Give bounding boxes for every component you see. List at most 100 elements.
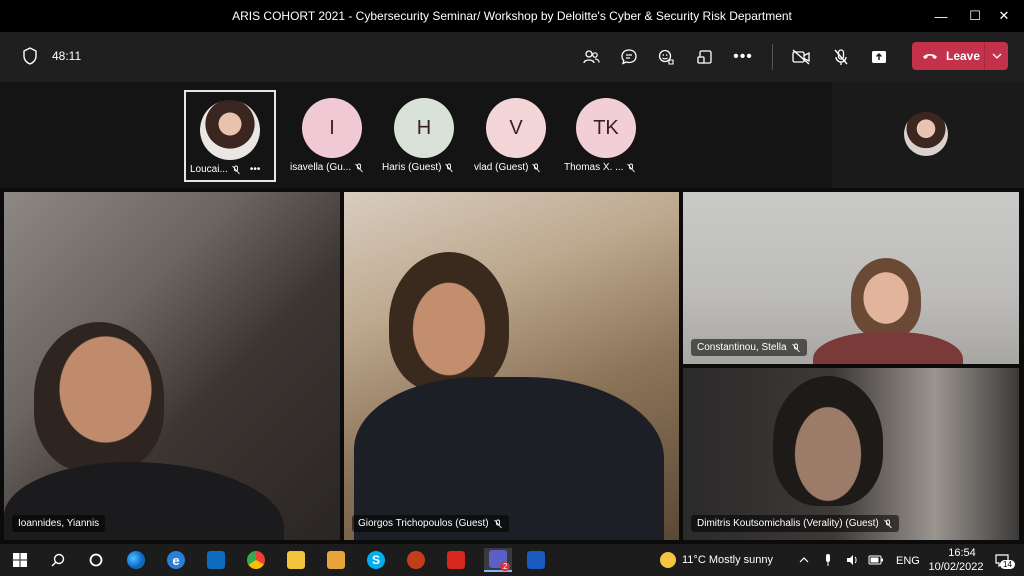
taskbar-explorer[interactable] bbox=[284, 548, 308, 572]
sun-icon bbox=[660, 552, 676, 568]
camera-toggle-button[interactable] bbox=[786, 42, 816, 72]
chevron-down-icon bbox=[992, 53, 1001, 59]
taskbar-chrome[interactable] bbox=[244, 548, 268, 572]
participant-name-text: Thomas X. ... bbox=[564, 162, 624, 173]
clock-time[interactable]: 16:54 bbox=[940, 547, 984, 559]
mic-off-icon bbox=[627, 163, 636, 172]
mic-off-icon bbox=[791, 343, 800, 352]
mic-off-icon bbox=[532, 163, 541, 172]
media-player-icon bbox=[327, 551, 345, 569]
acrobat-icon bbox=[447, 551, 465, 569]
taskbar-skype[interactable]: S bbox=[364, 548, 388, 572]
participant-name-text: vlad (Guest) bbox=[474, 162, 529, 173]
video-tile[interactable]: Constantinou, Stella bbox=[683, 192, 1019, 364]
self-view[interactable] bbox=[832, 82, 1024, 188]
video-tile[interactable]: Dimitris Koutsomichalis (Verality) (Gues… bbox=[683, 368, 1019, 540]
leave-options-button[interactable] bbox=[985, 53, 1008, 59]
language-indicator[interactable]: ENG bbox=[896, 555, 920, 567]
tile-name: Ioannides, Yiannis bbox=[18, 518, 100, 529]
reactions-button[interactable] bbox=[652, 42, 682, 72]
participant-name: isavella (Gu... bbox=[290, 162, 378, 173]
leave-button[interactable]: Leave bbox=[912, 42, 1008, 70]
taskbar-outlook[interactable] bbox=[204, 548, 228, 572]
tray-volume[interactable] bbox=[840, 548, 864, 572]
notifications-button[interactable]: 14 bbox=[990, 548, 1015, 572]
share-tray-icon bbox=[872, 51, 886, 63]
leave-main[interactable]: Leave bbox=[912, 42, 984, 70]
edge-icon bbox=[127, 551, 145, 569]
tile-name: Constantinou, Stella bbox=[697, 342, 787, 353]
taskbar-powerpoint[interactable] bbox=[404, 548, 428, 572]
shield-icon[interactable] bbox=[20, 46, 40, 66]
word-icon bbox=[527, 551, 545, 569]
meeting-timer: 48:11 bbox=[52, 49, 82, 63]
taskbar-acrobat[interactable] bbox=[444, 548, 468, 572]
taskbar-teams[interactable]: 2 bbox=[484, 548, 512, 572]
meeting-toolbar: 48:11 ••• Leave bbox=[0, 32, 1024, 82]
participant-video bbox=[773, 376, 883, 506]
participant-name-text: isavella (Gu... bbox=[290, 162, 352, 173]
rooms-icon bbox=[697, 50, 712, 64]
rooms-button[interactable] bbox=[690, 42, 720, 72]
teams-badge: 2 bbox=[500, 562, 511, 571]
taskbar-word[interactable] bbox=[524, 548, 548, 572]
speaker-icon bbox=[847, 555, 857, 565]
minimize-icon: — bbox=[934, 8, 948, 24]
participant-name: Thomas X. ... bbox=[564, 162, 652, 173]
participant-name-text: Loucai... bbox=[190, 164, 228, 175]
mic-off-icon bbox=[445, 163, 454, 172]
start-button[interactable] bbox=[8, 548, 32, 572]
participant-name-text: Haris (Guest) bbox=[382, 162, 442, 173]
participant-card[interactable]: H Haris (Guest) bbox=[378, 90, 470, 182]
maximize-icon: ☐ bbox=[969, 8, 981, 23]
weather-widget[interactable]: 11°C Mostly sunny bbox=[660, 544, 773, 576]
notifications-count: 14 bbox=[1000, 560, 1015, 569]
taskbar-ie[interactable]: e bbox=[164, 548, 188, 572]
more-icon: ••• bbox=[733, 48, 753, 65]
video-tile[interactable]: Ioannides, Yiannis bbox=[4, 192, 340, 540]
participants-strip: Loucai... ••• I isavella (Gu... H Haris … bbox=[0, 82, 1024, 188]
taskbar-edge[interactable] bbox=[124, 548, 148, 572]
powerpoint-icon bbox=[407, 551, 425, 569]
internet-explorer-icon: e bbox=[167, 551, 185, 569]
tray-mic[interactable] bbox=[816, 548, 840, 572]
search-button[interactable] bbox=[46, 548, 70, 572]
avatar: TK bbox=[576, 98, 636, 158]
camera-off-icon bbox=[792, 49, 810, 65]
mic-off-icon bbox=[834, 49, 848, 65]
more-actions-button[interactable]: ••• bbox=[728, 42, 758, 72]
outlook-icon bbox=[207, 551, 225, 569]
mic-off-icon bbox=[493, 519, 502, 528]
tray-overflow-button[interactable] bbox=[792, 548, 816, 572]
people-icon bbox=[583, 50, 600, 64]
participant-card[interactable]: TK Thomas X. ... bbox=[560, 90, 652, 182]
participant-name: Loucai... ••• bbox=[190, 164, 274, 175]
mic-toggle-button[interactable] bbox=[826, 42, 856, 72]
participant-video bbox=[34, 322, 164, 472]
avatar bbox=[200, 100, 260, 160]
chevron-up-icon bbox=[799, 557, 809, 563]
skype-icon: S bbox=[367, 551, 385, 569]
participant-card[interactable]: Loucai... ••• bbox=[184, 90, 276, 182]
close-button[interactable]: ✕ bbox=[984, 0, 1024, 32]
participant-options-icon[interactable]: ••• bbox=[250, 164, 261, 175]
participant-body bbox=[813, 332, 963, 364]
participant-card[interactable]: V vlad (Guest) bbox=[470, 90, 562, 182]
people-button[interactable] bbox=[576, 42, 606, 72]
video-tile[interactable]: Giorgos Trichopoulos (Guest) bbox=[344, 192, 679, 540]
window-title: ARIS COHORT 2021 - Cybersecurity Seminar… bbox=[232, 9, 792, 23]
participant-name: Haris (Guest) bbox=[382, 162, 470, 173]
microphone-icon bbox=[826, 554, 830, 566]
taskbar-media[interactable] bbox=[324, 548, 348, 572]
weather-text: 11°C Mostly sunny bbox=[682, 554, 774, 566]
mic-off-icon bbox=[355, 163, 363, 172]
chat-button[interactable] bbox=[614, 42, 644, 72]
tile-nameplate: Giorgos Trichopoulos (Guest) bbox=[352, 515, 509, 532]
cortana-button[interactable] bbox=[84, 548, 108, 572]
participant-card[interactable]: I isavella (Gu... bbox=[286, 90, 378, 182]
avatar: V bbox=[486, 98, 546, 158]
share-button[interactable] bbox=[864, 42, 894, 72]
tray-battery[interactable] bbox=[864, 548, 888, 572]
clock-date[interactable]: 10/02/2022 bbox=[926, 561, 986, 573]
reactions-icon bbox=[658, 49, 674, 65]
